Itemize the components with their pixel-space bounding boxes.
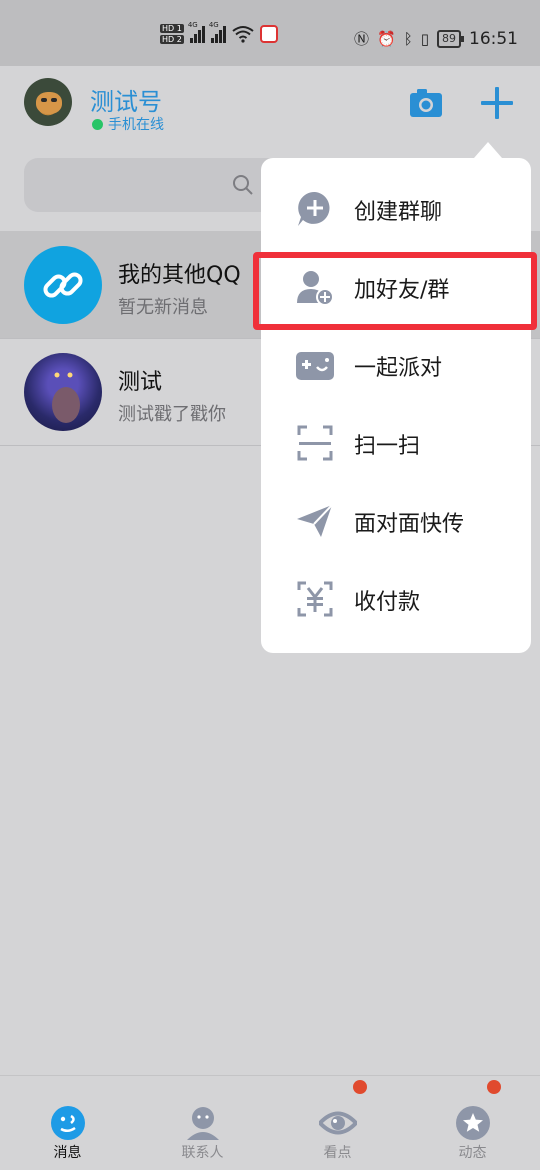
alarm-icon: ⏰	[377, 29, 396, 48]
menu-item-face-transfer[interactable]: 面对面快传	[261, 482, 531, 560]
app-notification-icon	[259, 25, 278, 43]
notification-dot	[353, 1080, 367, 1094]
hd1-label: HD 1	[160, 24, 184, 33]
hd-indicators: HD 1 HD 2	[160, 24, 184, 44]
menu-item-add-friend[interactable]: 加好友/群	[261, 248, 531, 326]
add-friend-icon	[297, 271, 334, 306]
star-icon	[456, 1106, 490, 1140]
eye-icon	[319, 1111, 357, 1135]
app-header: 测试号 手机在线	[0, 66, 540, 142]
menu-item-label: 扫一扫	[354, 434, 421, 459]
link-icon	[43, 272, 83, 298]
message-icon	[51, 1106, 85, 1140]
bottom-nav: 消息 联系人 看点 动态	[0, 1075, 540, 1170]
online-status-label: 手机在线	[108, 117, 164, 133]
wifi-icon	[232, 26, 254, 43]
chat-name: 测试	[118, 370, 163, 395]
character-icon	[52, 372, 80, 423]
vibrate-icon: ▯	[420, 29, 429, 48]
contact-avatar	[24, 353, 102, 431]
menu-item-scan[interactable]: 扫一扫	[261, 404, 531, 482]
chat-preview: 暂无新消息	[118, 297, 208, 318]
party-icon	[296, 352, 334, 380]
bluetooth-icon: ᛒ	[403, 29, 413, 48]
contacts-icon	[187, 1107, 219, 1140]
network-type-label-2: 4G	[208, 21, 219, 29]
online-dot	[92, 118, 103, 130]
status-left: HD 1 HD 2 4G 4G	[160, 21, 278, 44]
payment-icon	[297, 581, 333, 617]
tab-label: 看点	[323, 1145, 352, 1161]
network-type-label: 4G	[187, 21, 198, 29]
send-icon	[297, 504, 333, 537]
signal-icon-2: 4G	[209, 21, 226, 43]
menu-item-label: 一起派对	[354, 356, 443, 381]
add-menu-popup: 创建群聊 加好友/群 一起派对 扫一扫 面对面快传 收付款	[261, 158, 531, 653]
menu-item-label: 创建群聊	[354, 200, 443, 225]
scan-icon	[297, 425, 333, 461]
online-status[interactable]: 手机在线	[92, 114, 164, 134]
menu-item-payment[interactable]: 收付款	[261, 560, 531, 638]
avatar-face	[36, 92, 62, 114]
tab-contacts[interactable]: 联系人	[135, 1076, 270, 1170]
battery-icon: 89	[437, 29, 464, 48]
nfc-icon: Ⓝ	[354, 30, 370, 48]
link-avatar	[24, 246, 102, 324]
camera-icon[interactable]	[406, 84, 446, 124]
menu-item-party[interactable]: 一起派对	[261, 326, 531, 404]
signal-icon: 4G	[188, 21, 205, 43]
hd2-label: HD 2	[160, 35, 184, 44]
status-right: Ⓝ ⏰ ᛒ ▯ 89 16:51	[354, 28, 518, 49]
chat-name: 我的其他QQ	[118, 263, 241, 288]
tab-messages[interactable]: 消息	[0, 1076, 135, 1170]
tab-label: 联系人	[181, 1145, 224, 1161]
menu-item-create-group[interactable]: 创建群聊	[261, 170, 531, 248]
tab-moments[interactable]: 动态	[405, 1076, 540, 1170]
avatar[interactable]	[24, 78, 72, 126]
notification-dot	[487, 1080, 501, 1094]
search-icon	[233, 175, 253, 195]
tab-label: 消息	[53, 1145, 82, 1161]
status-bar: HD 1 HD 2 4G 4G Ⓝ ⏰ ᛒ ▯ 89 16:51	[0, 0, 540, 66]
menu-arrow	[474, 142, 502, 158]
menu-item-label: 加好友/群	[354, 278, 450, 303]
clock: 16:51	[469, 28, 518, 49]
username[interactable]: 测试号	[90, 82, 162, 117]
chat-preview: 测试戳了戳你	[118, 404, 226, 425]
create-group-icon	[298, 191, 330, 226]
tab-feeds[interactable]: 看点	[270, 1076, 405, 1170]
plus-icon[interactable]	[476, 82, 518, 124]
tab-label: 动态	[458, 1145, 487, 1161]
menu-item-label: 面对面快传	[354, 512, 465, 537]
menu-item-label: 收付款	[354, 590, 421, 615]
